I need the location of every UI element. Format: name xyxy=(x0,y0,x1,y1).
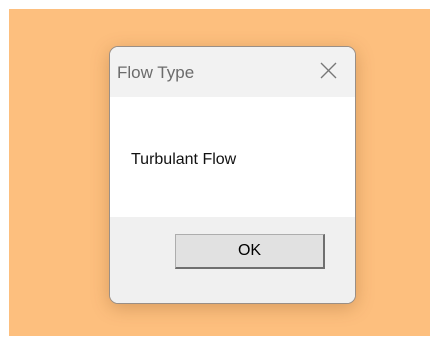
window-title: Flow Type xyxy=(117,63,195,82)
desktop-background: Flow Type Turbulant Flow OK xyxy=(9,9,430,336)
message-area: Turbulant Flow xyxy=(110,97,355,217)
close-button[interactable] xyxy=(301,47,355,93)
title-bar: Flow Type xyxy=(110,47,355,97)
ok-button[interactable]: OK xyxy=(175,234,325,269)
message-text: Turbulant Flow xyxy=(131,151,237,168)
close-icon xyxy=(320,62,336,78)
button-bar: OK xyxy=(110,217,355,303)
message-dialog: Flow Type Turbulant Flow OK xyxy=(109,46,356,304)
